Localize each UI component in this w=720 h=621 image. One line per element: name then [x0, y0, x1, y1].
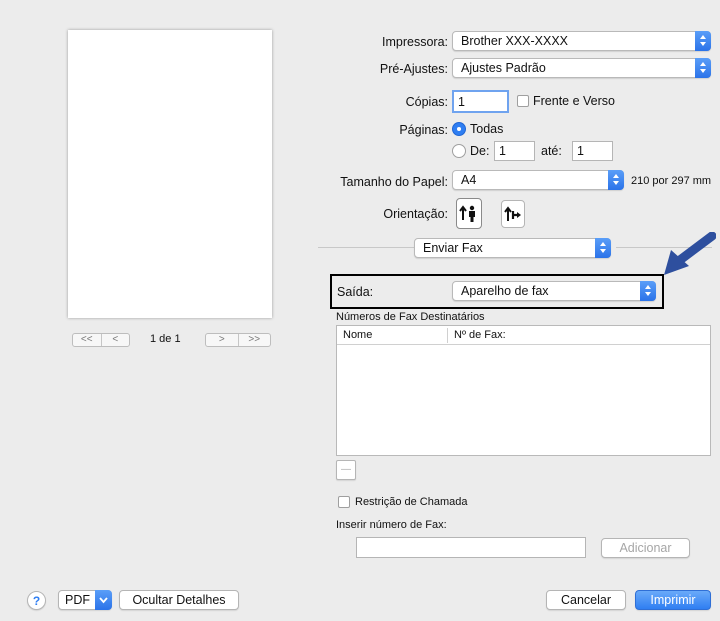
orientation-label: Orientação: — [383, 207, 448, 221]
first-page-button[interactable]: << — [73, 334, 101, 346]
paper-size-label: Tamanho do Papel: — [340, 175, 448, 189]
duplex-label: Frente e Verso — [533, 94, 615, 108]
presets-select[interactable]: Ajustes Padrão — [452, 58, 711, 78]
pages-from-input[interactable]: 1 — [494, 141, 535, 161]
section-select[interactable]: Enviar Fax — [414, 238, 611, 258]
duplex-checkbox[interactable] — [517, 95, 529, 107]
preview-nav-back-group[interactable]: << < — [72, 333, 130, 347]
pdf-label: PDF — [65, 593, 90, 607]
pages-all-label: Todas — [470, 122, 504, 136]
presets-value: Ajustes Padrão — [461, 61, 546, 75]
presets-label: Pré-Ajustes: — [379, 62, 448, 76]
recipients-table-header — [337, 326, 710, 345]
prev-page-button[interactable]: < — [100, 334, 130, 346]
portrait-person-icon — [459, 205, 475, 222]
popup-arrows-icon — [695, 58, 711, 78]
pages-to-label: até: — [541, 144, 562, 158]
orientation-landscape-button[interactable] — [501, 200, 525, 228]
landscape-person-icon — [504, 206, 521, 221]
column-divider — [447, 328, 448, 343]
printer-label: Impressora: — [382, 35, 448, 49]
recipients-title: Números de Fax Destinatários — [336, 311, 485, 323]
column-header-name[interactable]: Nome — [343, 329, 372, 341]
pages-to-input[interactable]: 1 — [572, 141, 613, 161]
hide-details-button[interactable]: Ocultar Detalhes — [119, 590, 239, 610]
pdf-menu-button[interactable]: PDF — [58, 590, 112, 610]
next-page-button[interactable]: > — [206, 334, 238, 346]
fax-entry-label: Inserir número de Fax: — [336, 519, 447, 531]
annotation-arrow-icon — [664, 232, 716, 275]
call-restriction-checkbox[interactable] — [338, 496, 350, 508]
paper-size-select[interactable]: A4 — [452, 170, 624, 190]
preview-nav-forward-group[interactable]: > >> — [205, 333, 271, 347]
pages-all-radio[interactable] — [452, 122, 466, 136]
column-header-fax[interactable]: Nº de Fax: — [454, 329, 506, 341]
cancel-button[interactable]: Cancelar — [546, 590, 626, 610]
help-button[interactable]: ? — [27, 591, 46, 610]
printer-value: Brother XXX-XXXX — [461, 34, 568, 48]
popup-arrows-icon — [608, 170, 624, 190]
output-value: Aparelho de fax — [461, 284, 549, 298]
popup-arrows-icon — [595, 238, 611, 258]
remove-recipient-button[interactable]: — — [336, 460, 356, 480]
section-separator-left — [318, 247, 414, 248]
orientation-portrait-button[interactable] — [456, 198, 482, 229]
pages-label: Páginas: — [399, 123, 448, 137]
copies-input[interactable]: 1 — [452, 90, 509, 113]
last-page-button[interactable]: >> — [237, 334, 271, 346]
copies-label: Cópias: — [405, 95, 448, 109]
output-label: Saída: — [337, 285, 374, 299]
recipients-table[interactable]: Nome Nº de Fax: — [336, 325, 711, 456]
chevron-down-icon — [95, 590, 112, 610]
print-button[interactable]: Imprimir — [635, 590, 711, 610]
output-select[interactable]: Aparelho de fax — [452, 281, 656, 301]
fax-number-input[interactable] — [356, 537, 586, 558]
pages-from-label: De: — [470, 144, 490, 158]
popup-arrows-icon — [695, 31, 711, 51]
print-preview-page — [68, 30, 272, 318]
page-indicator: 1 de 1 — [150, 333, 181, 345]
call-restriction-label: Restrição de Chamada — [355, 496, 468, 508]
pages-range-radio[interactable] — [452, 144, 466, 158]
section-value: Enviar Fax — [423, 241, 483, 255]
paper-size-value: A4 — [461, 173, 477, 187]
printer-select[interactable]: Brother XXX-XXXX — [452, 31, 711, 51]
popup-arrows-icon — [640, 281, 656, 301]
paper-dimensions: 210 por 297 mm — [631, 175, 712, 187]
add-fax-button[interactable]: Adicionar — [601, 538, 690, 558]
